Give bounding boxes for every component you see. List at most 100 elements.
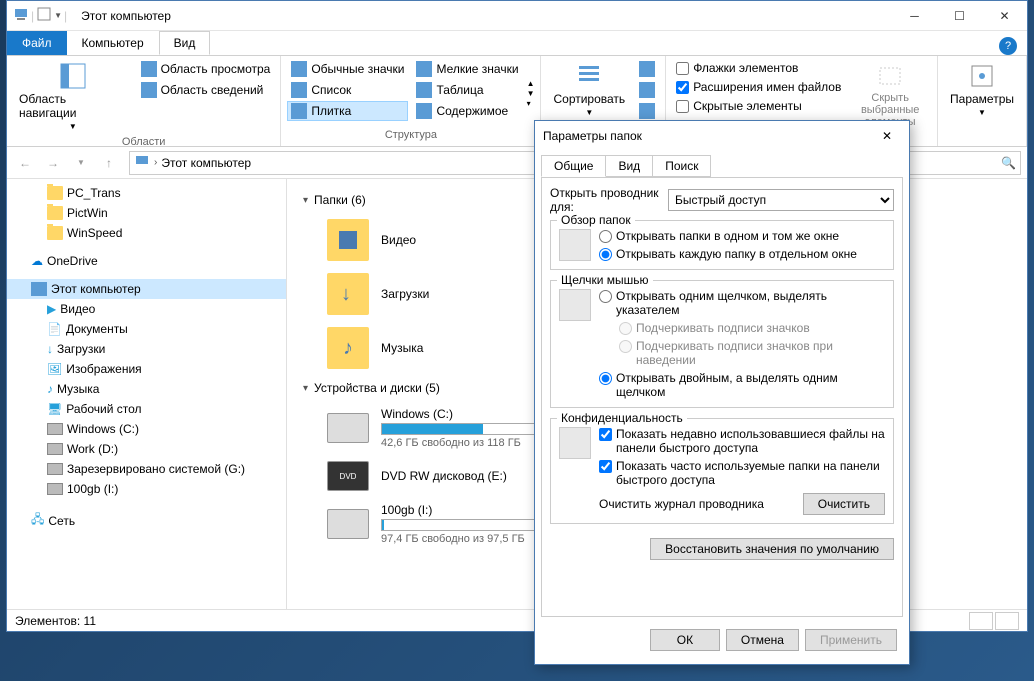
nav-pane-icon <box>59 62 87 90</box>
nav-pane-button[interactable]: Область навигации ▼ <box>13 59 133 134</box>
qat-divider2: | <box>64 9 67 23</box>
privacy-recent-files[interactable]: Показать недавно использовавшиеся файлы … <box>599 427 885 455</box>
extensions-checkbox[interactable] <box>676 81 689 94</box>
hidden-toggle[interactable]: Скрытые элементы <box>672 97 845 115</box>
hidden-checkbox[interactable] <box>676 100 689 113</box>
folder-icon <box>47 226 63 240</box>
dialog-tab-general[interactable]: Общие <box>541 155 606 177</box>
up-button[interactable]: ↑ <box>97 151 121 175</box>
music-folder-icon: ♪ <box>327 327 369 369</box>
drive-icon <box>327 509 369 539</box>
dialog-tab-search[interactable]: Поиск <box>652 155 711 177</box>
preview-icon <box>141 61 157 77</box>
view-tiles-button[interactable] <box>995 612 1019 630</box>
click-icon <box>559 289 591 321</box>
tree-100gb-i[interactable]: 100gb (I:) <box>7 479 286 499</box>
pc-icon <box>134 153 150 172</box>
tree-this-pc[interactable]: Этот компьютер <box>7 279 286 299</box>
breadcrumb-item[interactable]: Этот компьютер <box>161 156 251 170</box>
checkboxes-checkbox[interactable] <box>676 62 689 75</box>
click-single-radio[interactable]: Открывать одним щелчком, выделять указат… <box>599 289 885 317</box>
layout-table[interactable]: Таблица <box>412 80 522 100</box>
tree-video[interactable]: ▶Видео <box>7 299 286 319</box>
apply-button[interactable]: Применить <box>805 629 897 651</box>
tab-computer[interactable]: Компьютер <box>67 31 159 55</box>
back-button[interactable]: ← <box>13 151 37 175</box>
tree-panel[interactable]: PC_Trans PictWin WinSpeed ☁OneDrive Этот… <box>7 179 287 609</box>
layout-tiles[interactable]: Плитка <box>287 101 408 121</box>
drive-usage-bar <box>381 519 541 531</box>
help-icon[interactable]: ? <box>999 37 1017 55</box>
tiles-icon <box>291 103 307 119</box>
privacy-group: Конфиденциальность Показать недавно испо… <box>550 418 894 524</box>
tree-work-d[interactable]: Work (D:) <box>7 439 286 459</box>
dialog-close-button[interactable]: ✕ <box>873 124 901 148</box>
close-button[interactable]: ✕ <box>982 1 1027 30</box>
titlebar[interactable]: | ▼ | Этот компьютер ─ ☐ ✕ <box>7 1 1027 31</box>
drive-icon <box>47 483 63 495</box>
layout-small[interactable]: Мелкие значки <box>412 59 522 79</box>
layout-up-icon[interactable]: ▲ <box>527 79 535 88</box>
click-double-radio[interactable]: Открывать двойным, а выделять одним щелч… <box>599 371 885 399</box>
tree-music[interactable]: ♪Музыка <box>7 379 286 399</box>
dialog-tab-view[interactable]: Вид <box>605 155 653 177</box>
tree-pictures[interactable]: 🖼Изображения <box>7 359 286 379</box>
chevron-down-icon: ▼ <box>978 108 986 117</box>
extensions-toggle[interactable]: Расширения имен файлов <box>672 78 845 96</box>
options-button[interactable]: Параметры ▼ <box>944 59 1020 143</box>
minimize-button[interactable]: ─ <box>892 1 937 30</box>
tab-file[interactable]: Файл <box>7 31 67 55</box>
qat-dropdown-icon[interactable]: ▼ <box>54 11 62 20</box>
tree-pc-trans[interactable]: PC_Trans <box>7 183 286 203</box>
qat-props-icon[interactable] <box>36 6 52 25</box>
chevron-right-icon[interactable]: › <box>154 157 157 168</box>
tree-network[interactable]: 🖧Сеть <box>7 507 286 534</box>
cancel-button[interactable]: Отмена <box>726 629 799 651</box>
video-folder-icon <box>327 219 369 261</box>
view-details-button[interactable] <box>969 612 993 630</box>
content-icon <box>416 103 432 119</box>
recent-button[interactable]: ▼ <box>69 151 93 175</box>
open-explorer-select[interactable]: Быстрый доступ <box>668 189 894 211</box>
restore-defaults-button[interactable]: Восстановить значения по умолчанию <box>650 538 894 560</box>
click-underline-icons: Подчеркивать подписи значков <box>599 321 885 335</box>
tree-documents[interactable]: 📄Документы <box>7 319 286 339</box>
group-by[interactable] <box>635 59 659 79</box>
tree-windows-c[interactable]: Windows (C:) <box>7 419 286 439</box>
size-columns[interactable] <box>635 101 659 121</box>
layout-content[interactable]: Содержимое <box>412 101 522 121</box>
tree-pictwin[interactable]: PictWin <box>7 203 286 223</box>
tree-reserved-g[interactable]: Зарезервировано системой (G:) <box>7 459 286 479</box>
forward-button[interactable]: → <box>41 151 65 175</box>
browse-folders-group: Обзор папок Открывать папки в одном и то… <box>550 220 894 270</box>
ok-button[interactable]: ОК <box>650 629 720 651</box>
browse-same-radio[interactable]: Открывать папки в одном и том же окне <box>599 229 857 243</box>
tree-desktop[interactable]: 🖥Рабочий стол <box>7 399 286 419</box>
dialog-titlebar[interactable]: Параметры папок ✕ <box>535 121 909 151</box>
browse-new-radio[interactable]: Открывать каждую папку в отдельном окне <box>599 247 857 261</box>
tree-onedrive[interactable]: ☁OneDrive <box>7 251 286 271</box>
layout-list[interactable]: Список <box>287 80 408 100</box>
layout-down-icon[interactable]: ▼ <box>527 89 535 98</box>
layout-group-label: Структура <box>287 127 534 143</box>
maximize-button[interactable]: ☐ <box>937 1 982 30</box>
click-group-title: Щелчки мышью <box>557 273 653 287</box>
tree-winspeed[interactable]: WinSpeed <box>7 223 286 243</box>
dialog-footer: ОК Отмена Применить <box>535 623 909 657</box>
dialog-title-text: Параметры папок <box>543 129 642 143</box>
open-explorer-label: Открыть проводник для: <box>550 186 660 214</box>
tab-view[interactable]: Вид <box>159 31 211 55</box>
clear-button[interactable]: Очистить <box>803 493 885 515</box>
tree-downloads[interactable]: ↓Загрузки <box>7 339 286 359</box>
layout-more-icon[interactable]: ▾ <box>527 99 535 108</box>
details-pane-button[interactable]: Область сведений <box>137 80 275 100</box>
add-columns[interactable] <box>635 80 659 100</box>
layout-medium[interactable]: Обычные значки <box>287 59 408 79</box>
privacy-frequent-folders[interactable]: Показать часто используемые папки на пан… <box>599 459 885 487</box>
click-underline-hover: Подчеркивать подписи значков при наведен… <box>599 339 885 367</box>
folder-icon <box>47 206 63 220</box>
size-icon <box>639 103 655 119</box>
preview-pane-button[interactable]: Область просмотра <box>137 59 275 79</box>
sort-button[interactable]: Сортировать ▼ <box>547 59 631 127</box>
checkboxes-toggle[interactable]: Флажки элементов <box>672 59 845 77</box>
